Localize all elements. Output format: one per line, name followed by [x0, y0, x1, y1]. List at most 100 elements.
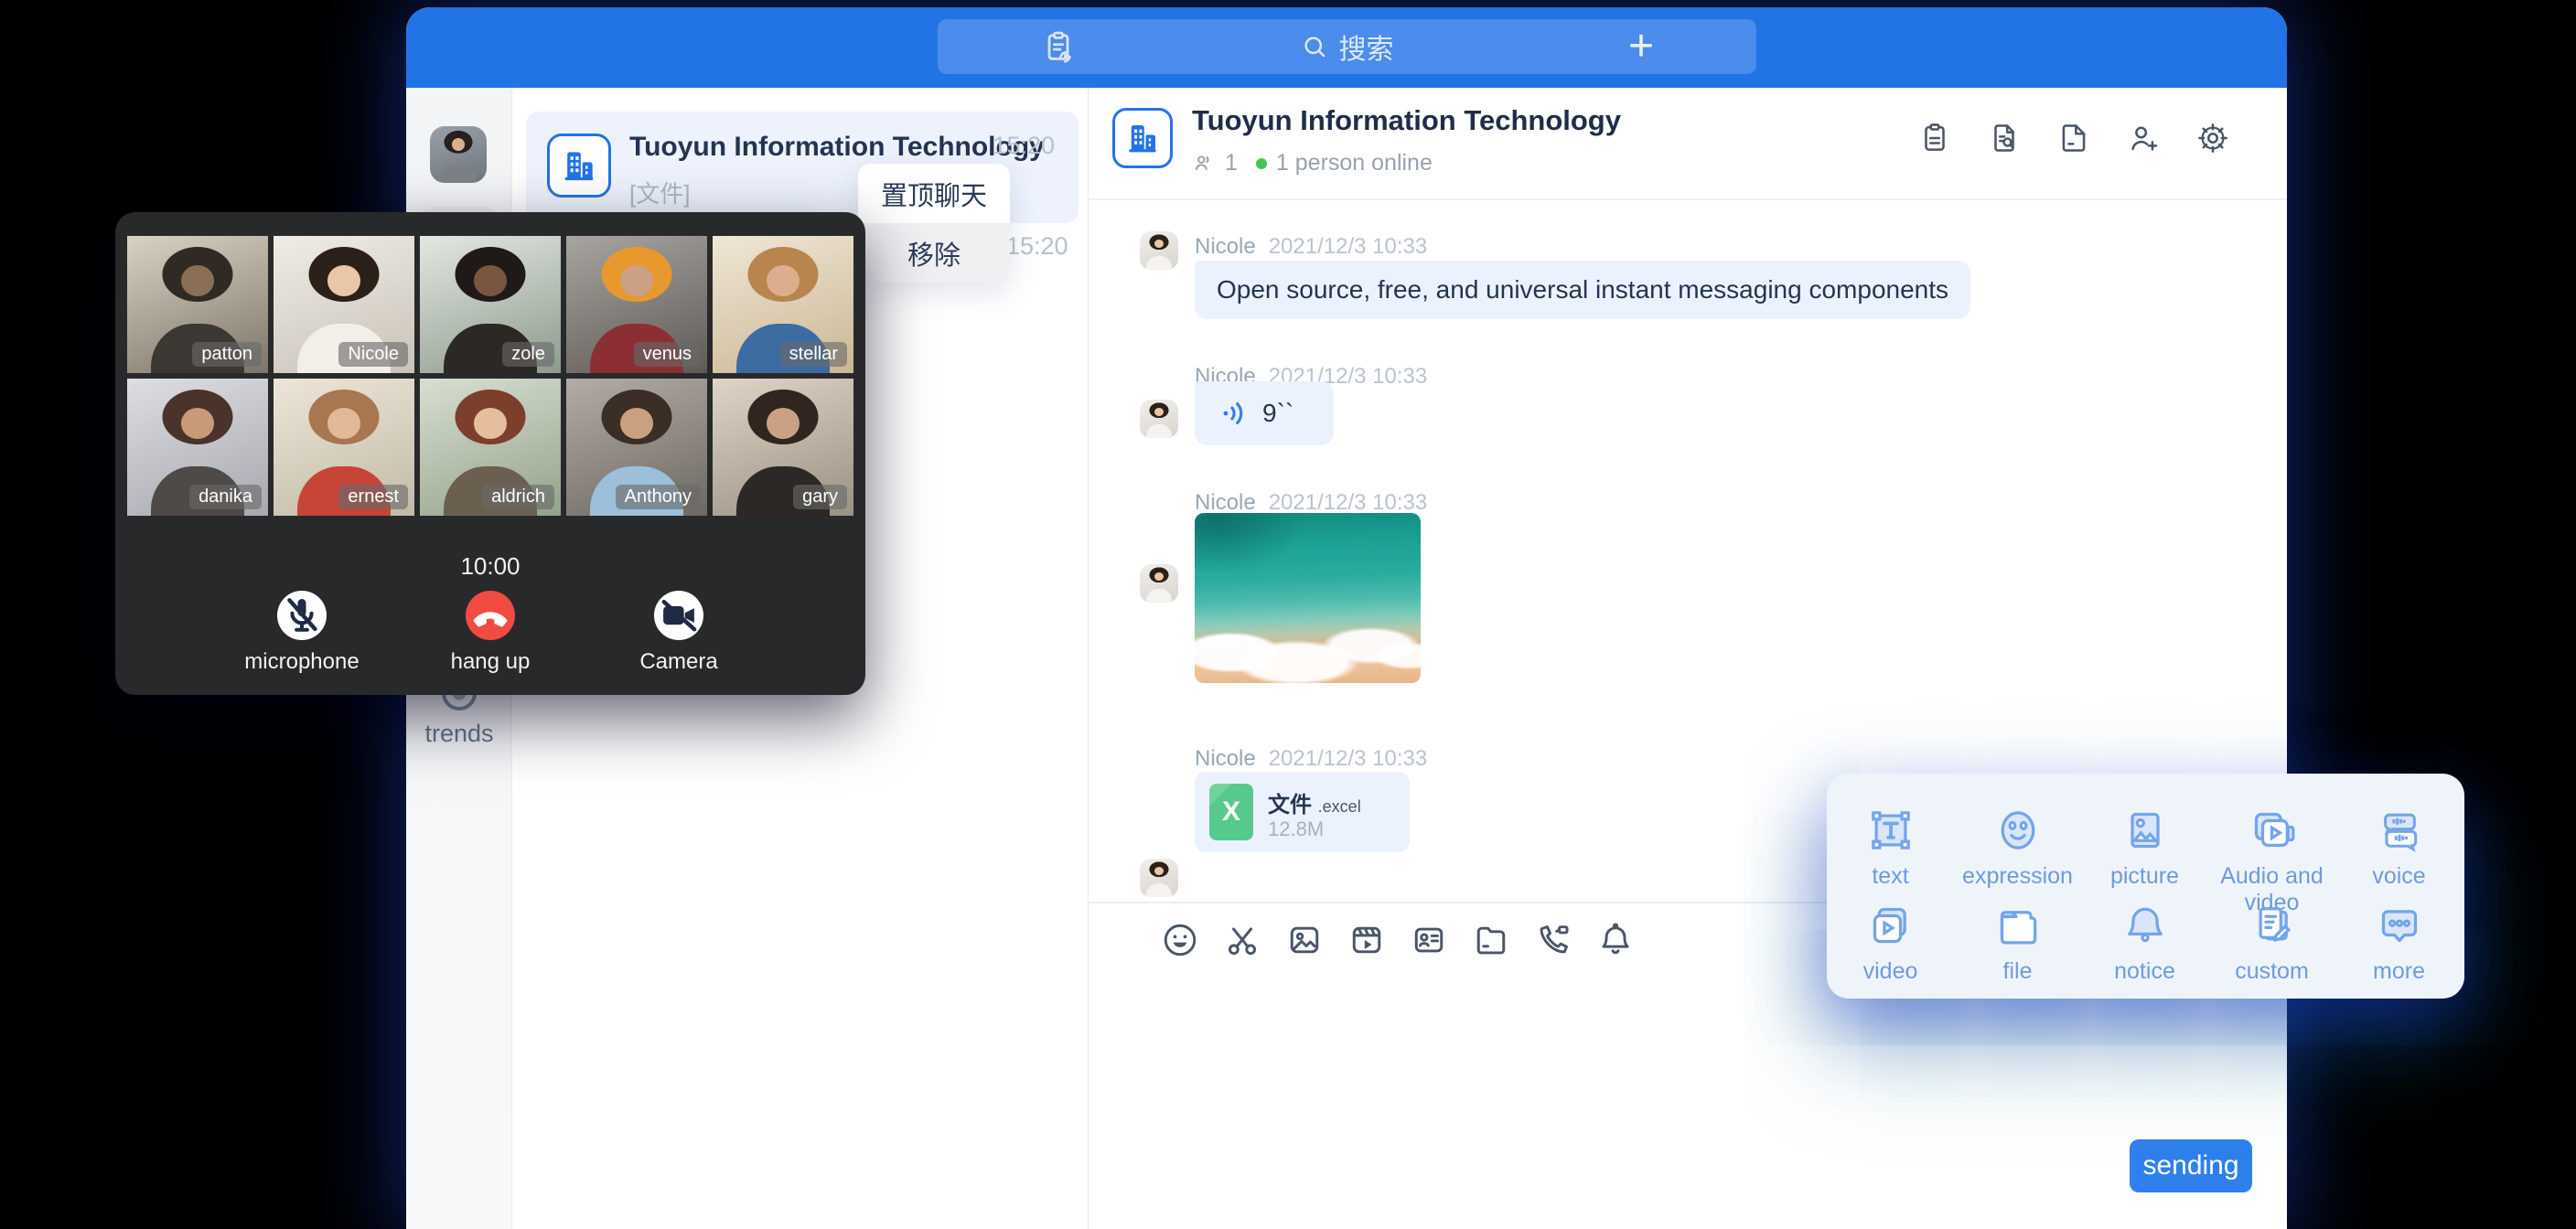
group-avatar[interactable] — [1112, 108, 1173, 168]
file-message-card[interactable]: X 文件 .excel 12.8M — [1195, 772, 1410, 852]
contact-card-icon[interactable] — [1409, 920, 1449, 960]
participant-tile[interactable]: danika — [127, 379, 268, 516]
participant-tile[interactable]: Anthony — [566, 379, 707, 516]
participant-tile[interactable]: stellar — [713, 236, 853, 373]
send-button[interactable]: sending — [2130, 1139, 2252, 1192]
camera-off-icon[interactable] — [654, 591, 703, 640]
popup-item-file[interactable]: file — [1954, 900, 2081, 985]
participant-tile[interactable]: Nicole — [274, 236, 414, 373]
call-records-icon[interactable] — [1040, 26, 1077, 68]
popup-item-label: picture — [2081, 863, 2208, 890]
participant-name: patton — [192, 342, 262, 367]
file-ext: .excel — [1318, 797, 1361, 816]
audio-video-icon — [2247, 805, 2298, 856]
participant-tile[interactable]: aldrich — [420, 379, 561, 516]
hang-up-icon[interactable] — [466, 591, 515, 640]
conversation-last-message: [文件] — [629, 176, 690, 209]
participant-tile[interactable]: venus — [566, 236, 707, 373]
popup-item-video[interactable]: video — [1827, 900, 1954, 985]
emoji-icon[interactable] — [1160, 920, 1200, 960]
chat-header-actions — [1917, 121, 2230, 155]
voice-wave-icon — [1218, 398, 1250, 429]
custom-icon — [2247, 900, 2298, 951]
message-text: Open source, free, and universal instant… — [1217, 275, 1948, 305]
message-time: 2021/12/3 10:33 — [1269, 490, 1428, 515]
search-bar[interactable]: 搜索 + — [938, 19, 1756, 74]
sender-avatar[interactable] — [1140, 564, 1178, 603]
hang-up-button[interactable]: hang up — [426, 591, 554, 675]
menu-item-remove[interactable]: 移除 — [858, 223, 1010, 283]
message-meta: Nicole 2021/12/3 10:33 — [1195, 490, 1427, 516]
sender-name: Nicole — [1195, 234, 1256, 259]
participant-name: danika — [189, 485, 262, 509]
online-status: 1 person online — [1276, 150, 1433, 176]
participant-tile[interactable]: ernest — [274, 379, 414, 516]
participant-name: gary — [793, 485, 847, 509]
participant-name: Nicole — [338, 342, 408, 367]
notification-bell-icon[interactable] — [1595, 920, 1636, 960]
popup-item-more[interactable]: more — [2335, 900, 2463, 985]
notice-bell-icon — [2120, 900, 2171, 951]
sender-avatar[interactable] — [1140, 859, 1178, 897]
add-button[interactable]: + — [1628, 25, 1654, 69]
participant-tile[interactable]: patton — [127, 236, 268, 373]
settings-gear-icon[interactable] — [2195, 121, 2230, 155]
voice-message-bubble[interactable]: 9`` — [1195, 381, 1334, 445]
participant-name: Anthony — [616, 485, 701, 509]
microphone-button[interactable]: microphone — [238, 591, 366, 675]
participant-name: ernest — [338, 485, 408, 509]
camera-button[interactable]: Camera — [615, 591, 743, 675]
building-icon — [559, 145, 599, 186]
menu-item-pin[interactable]: 置顶聊天 — [858, 164, 1010, 223]
video-clapper-icon[interactable] — [1347, 920, 1387, 960]
message-time: 2021/12/3 10:33 — [1269, 234, 1428, 259]
folder-icon[interactable] — [1471, 920, 1511, 960]
sender-name: Nicole — [1195, 746, 1256, 771]
call-controls: microphone hang up Camera — [115, 591, 865, 675]
file-size: 12.8M — [1268, 818, 1324, 841]
building-icon — [1123, 119, 1162, 157]
text-message-bubble[interactable]: Open source, free, and universal instant… — [1195, 261, 1970, 319]
popup-item-custom[interactable]: custom — [2208, 900, 2335, 985]
picture-icon — [2120, 805, 2171, 856]
chat-title: Tuoyun Information Technology — [1192, 104, 1621, 137]
participant-grid: patton Nicole zole venus stellar danika … — [127, 236, 853, 516]
files-icon[interactable] — [2056, 121, 2091, 155]
search-messages-icon[interactable] — [1987, 121, 2022, 155]
voice-duration: 9`` — [1262, 399, 1293, 428]
image-message-beach[interactable] — [1195, 513, 1421, 683]
chat-subtitle: 1 1 person online — [1192, 150, 1433, 176]
popup-item-label: text — [1827, 863, 1954, 890]
participant-name: venus — [634, 342, 701, 367]
my-avatar[interactable] — [430, 126, 487, 183]
search-icon — [1301, 33, 1328, 60]
popup-item-label: video — [1827, 958, 1954, 985]
conversation-context-menu: 置顶聊天 移除 — [858, 164, 1010, 283]
camera-label: Camera — [615, 649, 743, 675]
add-member-icon[interactable] — [2126, 121, 2161, 155]
participant-name: aldrich — [482, 485, 554, 509]
sender-avatar[interactable] — [1140, 231, 1178, 270]
participant-name: zole — [502, 342, 554, 367]
popup-item-notice[interactable]: notice — [2081, 900, 2208, 985]
message-meta: Nicole 2021/12/3 10:33 — [1195, 234, 1427, 260]
sender-avatar[interactable] — [1140, 400, 1178, 438]
chat-panel: Tuoyun Information Technology 1 1 person… — [1089, 88, 2287, 1229]
participant-tile[interactable]: gary — [713, 379, 853, 516]
sender-name: Nicole — [1195, 490, 1256, 515]
expression-icon — [1992, 805, 2044, 856]
participant-name: stellar — [780, 342, 847, 367]
image-icon[interactable] — [1284, 920, 1325, 960]
microphone-label: microphone — [238, 649, 366, 675]
video-call-icon[interactable] — [1533, 920, 1573, 960]
popup-item-label: custom — [2208, 958, 2335, 985]
text-icon — [1865, 805, 1916, 856]
mic-off-icon[interactable] — [277, 591, 327, 640]
call-record-icon[interactable] — [1917, 121, 1952, 155]
participant-tile[interactable]: zole — [420, 236, 561, 373]
screen: { "topbar": { "search_label": "搜索", "plu… — [0, 0, 2576, 1229]
screenshot-scissors-icon[interactable] — [1222, 920, 1262, 960]
group-avatar — [547, 134, 611, 198]
conversation-title: Tuoyun Information Technology — [629, 132, 1045, 163]
video-call-overlay: patton Nicole zole venus stellar danika … — [115, 212, 865, 695]
